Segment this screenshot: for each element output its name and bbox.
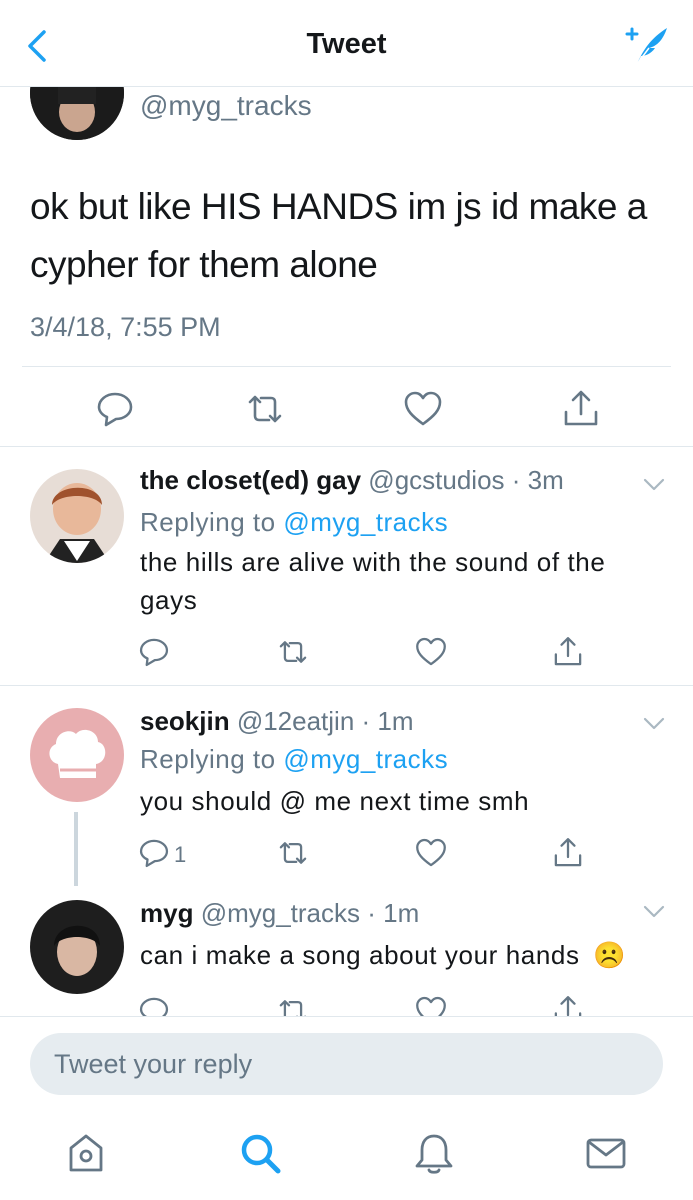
avatar[interactable] — [30, 708, 124, 802]
author-name[interactable]: myg — [140, 898, 193, 928]
reply-text: can i make a song about your hands ☹️ — [140, 936, 680, 974]
reply-icon[interactable] — [94, 388, 136, 430]
messages-icon[interactable] — [583, 1130, 629, 1176]
chevron-down-icon[interactable] — [643, 904, 665, 920]
reply-header: the closet(ed) gay @gcstudios · 3m — [140, 465, 564, 496]
author-handle[interactable]: @12eatjin — [237, 706, 354, 736]
main-tweet-header: @myg_tracks — [0, 86, 693, 146]
author-name[interactable]: the closet(ed) gay — [140, 465, 361, 495]
tweet-time: · 1m — [361, 706, 414, 736]
retweet-icon[interactable] — [276, 994, 310, 1016]
search-icon[interactable] — [237, 1130, 283, 1176]
author-handle[interactable]: @gcstudios — [368, 465, 504, 495]
tweet-time: · 3m — [511, 465, 564, 495]
replying-prefix: Replying to — [140, 744, 276, 774]
retweet-icon[interactable] — [244, 388, 286, 430]
share-icon[interactable] — [551, 836, 585, 870]
main-tweet-actions — [0, 380, 693, 436]
home-icon[interactable] — [63, 1130, 109, 1176]
share-icon[interactable] — [551, 994, 585, 1016]
tweet-text: ok but like HIS HANDS im js id make a cy… — [30, 186, 647, 285]
reply-text: the hills are alive with the sound of th… — [140, 547, 606, 615]
like-heart-icon[interactable] — [414, 994, 448, 1016]
avatar[interactable] — [30, 469, 124, 563]
tweet-time: · 1m — [367, 898, 420, 928]
share-icon[interactable] — [560, 388, 602, 430]
replying-to-link[interactable]: @myg_tracks — [283, 744, 448, 774]
replying-to: Replying to @myg_tracks — [140, 744, 448, 775]
like-heart-icon[interactable] — [414, 635, 448, 669]
notifications-icon[interactable] — [411, 1130, 457, 1176]
avatar[interactable] — [30, 86, 124, 140]
reply-header: myg @myg_tracks · 1m — [140, 898, 419, 929]
share-icon[interactable] — [551, 635, 585, 669]
bottom-tab-bar — [0, 1116, 693, 1200]
tweet-timestamp[interactable]: 3/4/18, 7:55 PM — [30, 312, 221, 343]
thread-line — [74, 812, 78, 886]
divider — [22, 366, 671, 367]
avatar[interactable] — [30, 900, 124, 994]
author-name[interactable]: seokjin — [140, 706, 230, 736]
reply-tweet[interactable]: myg @myg_tracks · 1m can i make a song a… — [0, 886, 693, 1016]
chevron-down-icon[interactable] — [643, 716, 665, 732]
reply-header: seokjin @12eatjin · 1m — [140, 706, 414, 737]
reply-icon[interactable] — [137, 994, 171, 1016]
reply-icon[interactable] — [137, 836, 171, 870]
author-handle[interactable]: @myg_tracks — [201, 898, 360, 928]
reply-text: you should @ me next time smh — [140, 786, 530, 816]
retweet-icon[interactable] — [276, 635, 310, 669]
top-bar: Tweet — [0, 0, 693, 87]
reply-input[interactable] — [30, 1033, 663, 1095]
reply-tweet[interactable]: the closet(ed) gay @gcstudios · 3m Reply… — [0, 447, 693, 685]
reply-icon[interactable] — [137, 635, 171, 669]
replying-to: Replying to @myg_tracks — [140, 507, 448, 538]
frowning-face-emoji: ☹️ — [593, 940, 627, 970]
chevron-down-icon[interactable] — [643, 477, 665, 493]
like-heart-icon[interactable] — [414, 836, 448, 870]
compose-tweet-icon[interactable] — [623, 24, 671, 68]
replying-to-link[interactable]: @myg_tracks — [283, 507, 448, 537]
reply-count: 1 — [174, 842, 187, 867]
author-handle[interactable]: @myg_tracks — [140, 90, 312, 122]
page-title: Tweet — [306, 28, 387, 60]
reply-text-content: can i make a song about your hands — [140, 940, 580, 970]
reply-bar — [0, 1016, 693, 1117]
reply-tweet[interactable]: seokjin @12eatjin · 1m Replying to @myg_… — [0, 686, 693, 886]
retweet-icon[interactable] — [276, 836, 310, 870]
like-heart-icon[interactable] — [402, 388, 444, 430]
replying-prefix: Replying to — [140, 507, 276, 537]
